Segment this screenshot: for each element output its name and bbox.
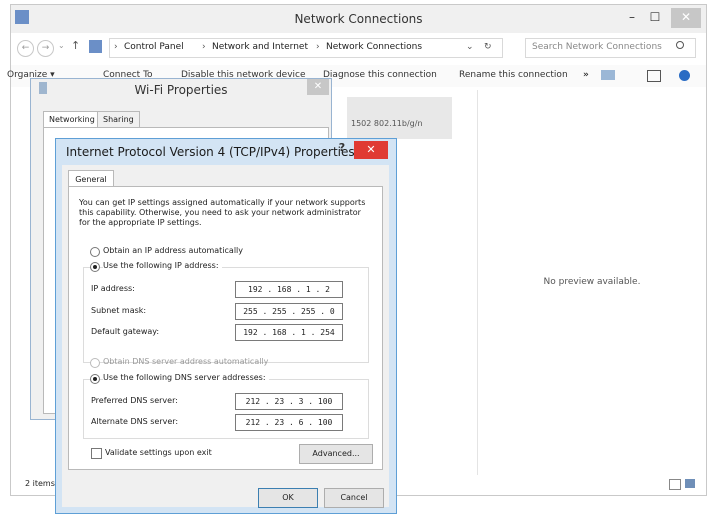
item-count: 2 items [25,479,55,488]
up-icon[interactable]: ↑ [71,39,80,52]
search-icon[interactable] [676,41,684,49]
validate-label: Validate settings upon exit [105,448,212,457]
ipv4-close-button[interactable]: ✕ [354,141,388,159]
back-icon[interactable]: ← [17,40,34,57]
ip-auto-radio[interactable] [90,247,100,257]
maximize-button[interactable]: ☐ [644,8,666,28]
breadcrumb-separator: › [316,42,320,52]
dns-auto-radio[interactable] [90,358,100,368]
breadcrumb-control-panel[interactable]: Control Panel [124,42,184,52]
default-gateway-label: Default gateway: [91,327,160,336]
search-input[interactable]: Search Network Connections [525,38,696,58]
control-panel-icon [89,40,102,53]
minimize-button[interactable]: – [621,8,643,28]
preview-pane-icon[interactable] [647,70,661,82]
breadcrumb-network-connections[interactable]: Network Connections [326,42,422,52]
breadcrumb-network-internet[interactable]: Network and Internet [212,42,308,52]
breadcrumb-separator: › [202,42,206,52]
wifi-close-button[interactable]: ✕ [307,79,329,95]
cancel-button[interactable]: Cancel [324,488,384,508]
wifi-dialog-title: Wi-Fi Properties [134,83,228,97]
explorer-titlebar: Network Connections – ☐ ✕ [11,5,706,33]
wifi-adapter-item[interactable]: 1502 802.11b/g/n [347,97,452,139]
ipv4-properties-dialog: Internet Protocol Version 4 (TCP/IPv4) P… [55,138,397,514]
details-view-icon[interactable] [669,479,681,490]
adapter-detail: 1502 802.11b/g/n [351,119,423,128]
ip-manual-radio[interactable] [90,262,100,272]
alternate-dns-label: Alternate DNS server: [91,417,179,426]
refresh-icon[interactable]: ↻ [484,42,492,52]
preferred-dns-label: Preferred DNS server: [91,396,178,405]
preview-message: No preview available. [543,277,641,287]
advanced-button[interactable]: Advanced... [299,444,373,464]
ipv4-dialog-body: General You can get IP settings assigned… [62,165,389,508]
more-commands-button[interactable]: » [583,70,589,80]
search-placeholder: Search Network Connections [532,42,662,52]
dns-auto-label: Obtain DNS server address automatically [103,357,269,366]
dns-manual-label: Use the following DNS server addresses: [103,373,269,382]
tiles-view-icon[interactable] [685,479,695,488]
help-icon[interactable] [679,70,690,81]
address-input[interactable]: › Control Panel › Network and Internet ›… [109,38,503,58]
address-bar-row: ← → ⌄ ↑ › Control Panel › Network and In… [11,35,706,61]
close-button[interactable]: ✕ [671,8,701,28]
breadcrumb-separator: › [114,42,118,52]
rename-button[interactable]: Rename this connection [459,70,568,80]
explorer-title: Network Connections [294,12,423,26]
description-text: You can get IP settings assigned automat… [79,198,366,227]
alternate-dns-input[interactable]: 212 . 23 . 6 . 100 [235,414,343,431]
diagnose-button[interactable]: Diagnose this connection [323,70,437,80]
subnet-mask-label: Subnet mask: [91,306,147,315]
ip-manual-label: Use the following IP address: [103,261,222,270]
change-view-icon[interactable] [601,70,615,80]
preview-pane: No preview available. [477,90,706,475]
help-button[interactable]: ? [334,141,350,157]
ok-button[interactable]: OK [258,488,318,508]
ip-address-label: IP address: [91,284,135,293]
ip-address-input[interactable]: 192 . 168 . 1 . 2 [235,281,343,298]
forward-icon[interactable]: → [37,40,54,57]
ip-auto-label: Obtain an IP address automatically [103,246,244,255]
dns-manual-radio[interactable] [90,374,100,384]
preferred-dns-input[interactable]: 212 . 23 . 3 . 100 [235,393,343,410]
general-panel: You can get IP settings assigned automat… [68,186,383,470]
subnet-mask-input[interactable]: 255 . 255 . 255 . 0 [235,303,343,320]
validate-checkbox[interactable] [91,448,102,459]
recent-dropdown-icon[interactable]: ⌄ [58,41,65,50]
address-dropdown-icon[interactable]: ⌄ [466,42,474,52]
ipv4-dialog-title: Internet Protocol Version 4 (TCP/IPv4) P… [66,145,355,159]
default-gateway-input[interactable]: 192 . 168 . 1 . 254 [235,324,343,341]
